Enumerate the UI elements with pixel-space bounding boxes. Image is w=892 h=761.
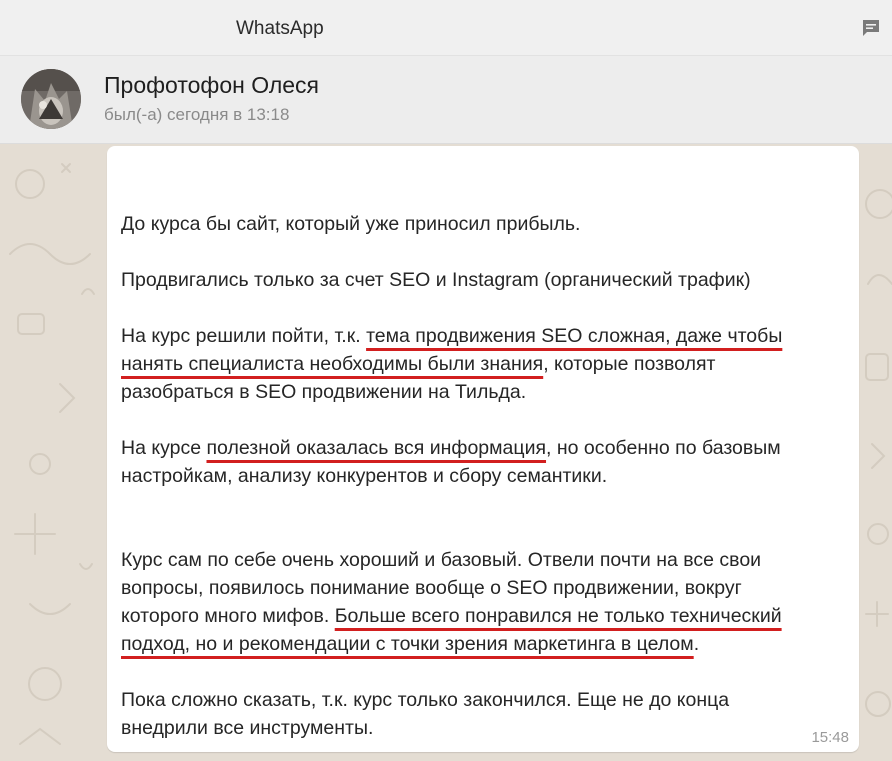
highlighted-text: полезной оказалась вся информация: [206, 437, 547, 459]
message-line: разобраться в SEO продвижении на Тильда.: [121, 381, 527, 403]
contact-last-seen: был(-а) сегодня в 13:18: [104, 105, 290, 124]
message-text: На курс решили пойти, т.к.: [121, 325, 367, 347]
message-line: На курсе полезной оказалась вся информац…: [121, 434, 851, 462]
message-line: вопросы, появилось понимание вообще о SE…: [121, 577, 742, 599]
highlighted-text: нанять специалиста необходимы были знани…: [121, 353, 544, 375]
message-timestamp: 15:48: [811, 729, 849, 746]
message-line: нанять специалиста необходимы были знани…: [121, 350, 851, 378]
message-line: внедрили все инструменты.: [121, 717, 374, 739]
message-line: Пока сложно сказать, т.к. курс только за…: [121, 689, 730, 711]
avatar[interactable]: [21, 69, 81, 129]
highlighted-text: Больше всего понравился не только технич…: [334, 605, 782, 627]
message-paragraph-4: На курсе полезной оказалась вся информац…: [121, 434, 851, 490]
highlighted-text: подход, но и рекомендации с точки зрения…: [121, 633, 694, 655]
message-paragraph-2: Продвигались только за счет SEO и Instag…: [121, 266, 851, 294]
contact-name: Профотофон Олеся: [104, 72, 319, 98]
message-text: На курсе: [121, 437, 207, 459]
message-line: Курс сам по себе очень хороший и базовый…: [121, 549, 762, 571]
contact-photo-icon: [21, 69, 81, 129]
message-line: До курса бы сайт, который уже приносил п…: [121, 213, 581, 235]
message-text: , которые позволят: [543, 353, 716, 375]
app-title: WhatsApp: [236, 18, 324, 39]
message-paragraph-5: Курс сам по себе очень хороший и базовый…: [121, 546, 851, 658]
message-line: которого много мифов. Больше всего понра…: [121, 602, 851, 630]
message-paragraph-3: На курс решили пойти, т.к. тема продвиже…: [121, 322, 851, 406]
window-titlebar: WhatsApp: [0, 0, 892, 56]
message-text: которого много мифов.: [121, 605, 335, 627]
message-line: настройкам, анализу конкурентов и сбору …: [121, 465, 608, 487]
message-text: , но особенно по базовым: [546, 437, 781, 459]
message-line: подход, но и рекомендации с точки зрения…: [121, 630, 851, 658]
message-line: Продвигались только за счет SEO и Instag…: [121, 269, 751, 291]
chat-header[interactable]: Профотофон Олеся был(-а) сегодня в 13:18: [0, 56, 892, 144]
message-line: На курс решили пойти, т.к. тема продвиже…: [121, 322, 851, 350]
message-bubble[interactable]: До курса бы сайт, который уже приносил п…: [107, 146, 859, 752]
message-text: .: [693, 633, 700, 655]
message-paragraph-1: До курса бы сайт, который уже приносил п…: [121, 210, 851, 238]
highlighted-text: тема продвижения SEO сложная, даже чтобы: [366, 325, 783, 347]
message-paragraph-6: Пока сложно сказать, т.к. курс только за…: [121, 686, 851, 742]
chat-bubble-icon[interactable]: [862, 19, 880, 37]
